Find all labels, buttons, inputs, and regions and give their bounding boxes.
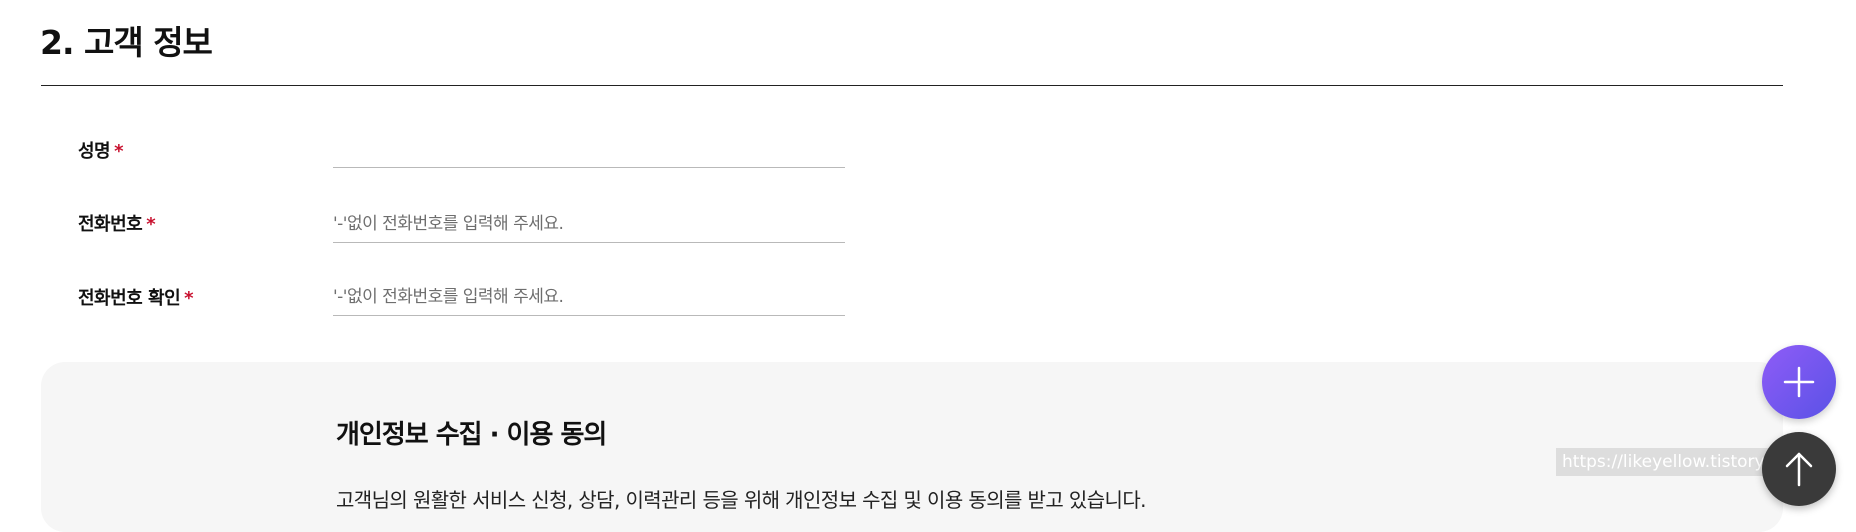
section-title: 2. 고객 정보 <box>40 23 213 62</box>
phone-confirm-label: 전화번호 확인 * <box>78 284 194 310</box>
name-row: 성명 * <box>78 131 848 193</box>
phone-label-text: 전화번호 <box>78 214 143 235</box>
plus-icon <box>1783 366 1815 398</box>
section-divider <box>41 85 1783 86</box>
required-mark: * <box>146 214 156 235</box>
phone-confirm-row: 전화번호 확인 * <box>78 279 848 340</box>
arrow-up-icon <box>1785 452 1813 487</box>
watermark-url: https://likeyellow.tistory.com <box>1556 448 1782 476</box>
name-input[interactable] <box>333 131 845 168</box>
name-label: 성명 * <box>78 137 124 163</box>
phone-row: 전화번호 * <box>78 206 848 266</box>
consent-title: 개인정보 수집 · 이용 동의 <box>336 420 607 450</box>
scroll-to-top-button[interactable] <box>1762 432 1836 506</box>
phone-confirm-label-text: 전화번호 확인 <box>78 288 181 309</box>
add-floating-button[interactable] <box>1762 345 1836 419</box>
phone-confirm-input[interactable] <box>333 279 845 316</box>
required-mark: * <box>114 141 124 162</box>
consent-description: 고객님의 원활한 서비스 신청, 상담, 이력관리 등을 위해 개인정보 수집 … <box>336 488 1146 512</box>
phone-input[interactable] <box>333 206 845 243</box>
name-label-text: 성명 <box>78 141 111 162</box>
required-mark: * <box>184 288 194 309</box>
phone-label: 전화번호 * <box>78 210 156 236</box>
